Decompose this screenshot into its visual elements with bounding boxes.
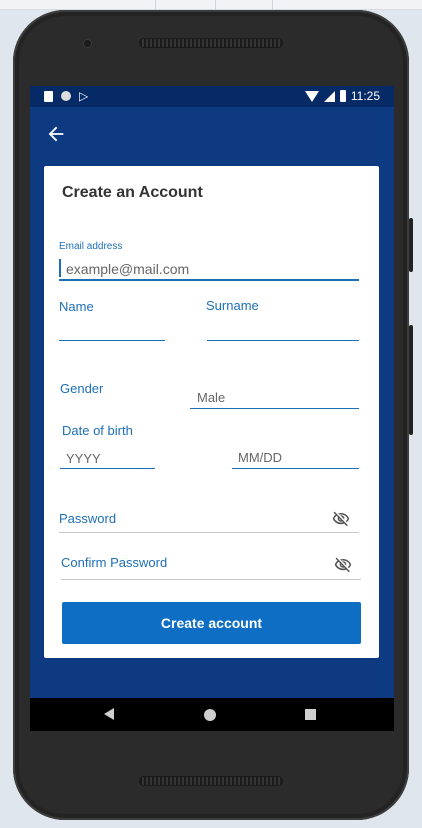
eye-off-icon[interactable] [330, 510, 352, 528]
email-caret [59, 259, 61, 277]
sd-card-icon [44, 90, 53, 102]
play-store-icon: ▷ [79, 89, 89, 103]
dob-label: Date of birth [62, 423, 133, 438]
dob-monthday-underline [232, 468, 359, 469]
top-speaker [139, 38, 283, 48]
gender-label: Gender [60, 381, 104, 396]
dob-monthday-field[interactable]: MM/DD [238, 450, 282, 465]
wifi-icon [304, 90, 319, 102]
page-title: Create an Account [62, 184, 203, 201]
eye-off-icon[interactable] [332, 556, 354, 574]
battery-icon [339, 90, 346, 102]
sync-icon [61, 91, 71, 101]
confirm-password-field[interactable]: Confirm Password [61, 555, 167, 570]
android-nav-bar [30, 698, 394, 731]
gender-select[interactable]: Male [197, 390, 225, 405]
nav-home-icon[interactable] [204, 709, 216, 721]
name-label: Name [59, 299, 94, 314]
gender-underline [190, 408, 359, 409]
password-field[interactable]: Password [59, 511, 116, 526]
create-account-button[interactable]: Create account [62, 602, 361, 644]
email-underline [59, 279, 359, 281]
nav-recents-icon[interactable] [305, 709, 316, 720]
clock: 11:25 [350, 89, 380, 103]
name-field[interactable] [59, 340, 165, 341]
create-account-card: Create an Account Email address example@… [44, 166, 379, 658]
app-bar [30, 107, 394, 167]
front-camera [83, 39, 92, 48]
email-label: Email address [59, 241, 123, 252]
arrow-left-icon[interactable] [45, 123, 67, 145]
dob-year-field[interactable]: YYYY [66, 451, 101, 466]
surname-field[interactable] [207, 340, 359, 341]
device-screen: ▷ 11:25 Create an Account Email address … [30, 86, 394, 731]
browser-top-strip [0, 0, 422, 10]
phone-frame: ▷ 11:25 Create an Account Email address … [13, 10, 409, 820]
email-field[interactable]: example@mail.com [66, 261, 189, 277]
dob-year-underline [60, 468, 155, 469]
bottom-speaker [139, 776, 283, 786]
status-bar: ▷ 11:25 [30, 86, 394, 107]
password-underline [59, 532, 359, 533]
volume-button [409, 218, 413, 272]
surname-label: Surname [206, 298, 259, 313]
signal-icon [323, 90, 335, 102]
nav-back-icon[interactable] [104, 708, 114, 720]
power-button [409, 325, 413, 435]
confirm-password-underline [61, 579, 361, 580]
